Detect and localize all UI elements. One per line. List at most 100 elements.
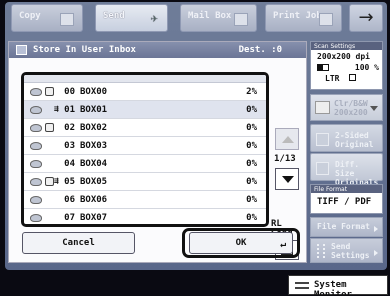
box-name: BOX00 xyxy=(80,87,108,97)
box-name: BOX03 xyxy=(80,141,108,151)
ok-label: OK xyxy=(235,238,247,248)
diff-size-originals-button[interactable]: Diff. Size Originals xyxy=(310,153,383,187)
tab-mailbox-label: Mail Box xyxy=(188,11,232,21)
scroll-up-button[interactable] xyxy=(275,128,299,150)
box-usage: 0% xyxy=(246,159,257,169)
scan-settings-box: Scan Settings 200x200 dpi 100 % LTR xyxy=(310,41,383,90)
send-settings-line2: Settings xyxy=(331,251,370,260)
box-number: 07 xyxy=(64,213,75,223)
diff-size-label: Diff. Size Originals xyxy=(335,160,382,187)
scan-density-row: 100 % xyxy=(317,63,379,72)
two-sided-line2: Original xyxy=(335,140,374,149)
right-arrow-icon: → xyxy=(358,7,374,28)
tab-print-job[interactable]: Print Job xyxy=(265,4,342,32)
tab-copy[interactable]: Copy xyxy=(11,4,83,32)
two-sided-label: 2-Sided Original xyxy=(335,131,374,149)
destination-count: Dest. :0 xyxy=(238,45,282,55)
ok-button[interactable]: OK ↵ xyxy=(189,232,293,254)
tab-mailbox[interactable]: Mail Box xyxy=(180,4,257,32)
box-number: 03 xyxy=(64,141,75,151)
box-usage: 0% xyxy=(246,177,257,187)
inbox-tray-icon xyxy=(30,196,42,204)
tab-send[interactable]: Send ✈ xyxy=(95,4,168,32)
mailbox-icon xyxy=(234,13,248,26)
scan-density: 100 % xyxy=(354,63,379,72)
send-settings-button[interactable]: Send Settings xyxy=(310,238,383,263)
system-monitor-button[interactable]: System Monitor xyxy=(288,275,388,296)
box-name: BOX02 xyxy=(80,123,108,133)
print-icon xyxy=(319,13,333,26)
paper-icon xyxy=(349,74,357,81)
box-usage: 2% xyxy=(246,87,257,97)
box-number: 04 xyxy=(64,159,75,169)
inbox-row[interactable]: ⇶ 05 BOX05 0% xyxy=(24,173,266,191)
system-monitor-icon xyxy=(295,282,309,289)
inbox-icon xyxy=(16,45,27,55)
density-icon xyxy=(317,64,329,71)
inbox-row[interactable]: 04 BOX04 0% xyxy=(24,155,266,173)
system-monitor-label: System Monitor xyxy=(314,280,352,296)
lock-icon xyxy=(45,177,54,186)
file-format-box: File Format TIFF / PDF xyxy=(310,184,383,214)
inbox-row[interactable]: 00 BOX00 2% xyxy=(24,83,266,101)
dialog-title: Store In User Inbox xyxy=(33,45,136,55)
inbox-row[interactable]: 02 BOX02 0% xyxy=(24,119,266,137)
inbox-tray-icon xyxy=(30,88,42,96)
diff-size-line1: Diff. Size xyxy=(335,160,360,178)
box-usage: 0% xyxy=(246,195,257,205)
two-sided-icon xyxy=(316,133,329,146)
inbox-tray-icon xyxy=(30,214,42,222)
scan-size-row: LTR xyxy=(325,74,357,83)
down-arrow-icon xyxy=(282,176,294,183)
cancel-button[interactable]: Cancel xyxy=(22,232,135,254)
scroll-down-button[interactable] xyxy=(275,168,299,190)
tab-send-label: Send xyxy=(103,11,125,21)
scan-settings-header: Scan Settings xyxy=(311,42,382,50)
send-settings-line1: Send xyxy=(331,242,351,251)
color-mode-label: Clr/B&W 200x200 xyxy=(334,99,368,117)
scan-size: LTR xyxy=(325,74,340,83)
right-arrow-icon xyxy=(374,226,378,232)
inbox-row[interactable]: 03 BOX03 0% xyxy=(24,137,266,155)
box-number: 01 xyxy=(64,105,75,115)
send-settings-icon xyxy=(317,244,325,258)
inbox-tray-icon xyxy=(30,142,42,150)
box-name: BOX04 xyxy=(80,159,108,169)
send-icon: ✈ xyxy=(150,11,158,25)
color-mode-button[interactable]: Clr/B&W 200x200 xyxy=(310,94,383,121)
inbox-row[interactable]: 07 BOX07 0% xyxy=(24,209,266,224)
file-format-button[interactable]: File Format xyxy=(310,217,383,237)
lock-icon xyxy=(45,87,54,96)
inbox-tray-icon xyxy=(30,160,42,168)
color-mode-icon xyxy=(315,101,330,114)
copy-icon xyxy=(60,13,74,26)
box-usage: 0% xyxy=(246,141,257,151)
box-usage: 0% xyxy=(246,123,257,133)
box-usage: 0% xyxy=(246,105,257,115)
inbox-row[interactable]: 06 BOX06 0% xyxy=(24,191,266,209)
box-name: BOX01 xyxy=(80,105,108,115)
cancel-label: Cancel xyxy=(62,238,95,248)
diff-size-icon xyxy=(316,162,329,175)
inbox-list: 00 BOX00 2% ⇶ 01 BOX01 0% 02 BOX02 0% 03 BOX03 0% 04 B… xyxy=(21,72,269,227)
send-settings-label: Send Settings xyxy=(331,242,370,260)
right-settings-panel: Scan Settings 200x200 dpi 100 % LTR Clr/… xyxy=(310,41,383,265)
dropdown-icon xyxy=(370,106,378,111)
right-arrow-icon xyxy=(374,250,378,256)
return-icon: ↵ xyxy=(279,239,286,250)
inbox-row[interactable]: ⇶ 01 BOX01 0% xyxy=(24,101,266,119)
box-name: BOX07 xyxy=(80,213,108,223)
file-format-value: TIFF / PDF xyxy=(317,197,372,207)
box-number: 06 xyxy=(64,195,75,205)
two-sided-original-button[interactable]: 2-Sided Original xyxy=(310,124,383,152)
forward-icon: ⇶ xyxy=(54,104,59,113)
scan-resolution: 200x200 dpi xyxy=(317,52,370,61)
up-arrow-icon xyxy=(282,136,294,143)
dialog-title-bar: Store In User Inbox Dest. :0 xyxy=(9,42,306,58)
next-arrow-button[interactable]: → xyxy=(349,4,383,32)
page-indicator: 1/13 xyxy=(274,154,296,164)
box-number: 05 xyxy=(64,177,75,187)
tab-copy-label: Copy xyxy=(19,11,41,21)
inbox-tray-icon xyxy=(30,106,42,114)
lock-icon xyxy=(45,123,54,132)
